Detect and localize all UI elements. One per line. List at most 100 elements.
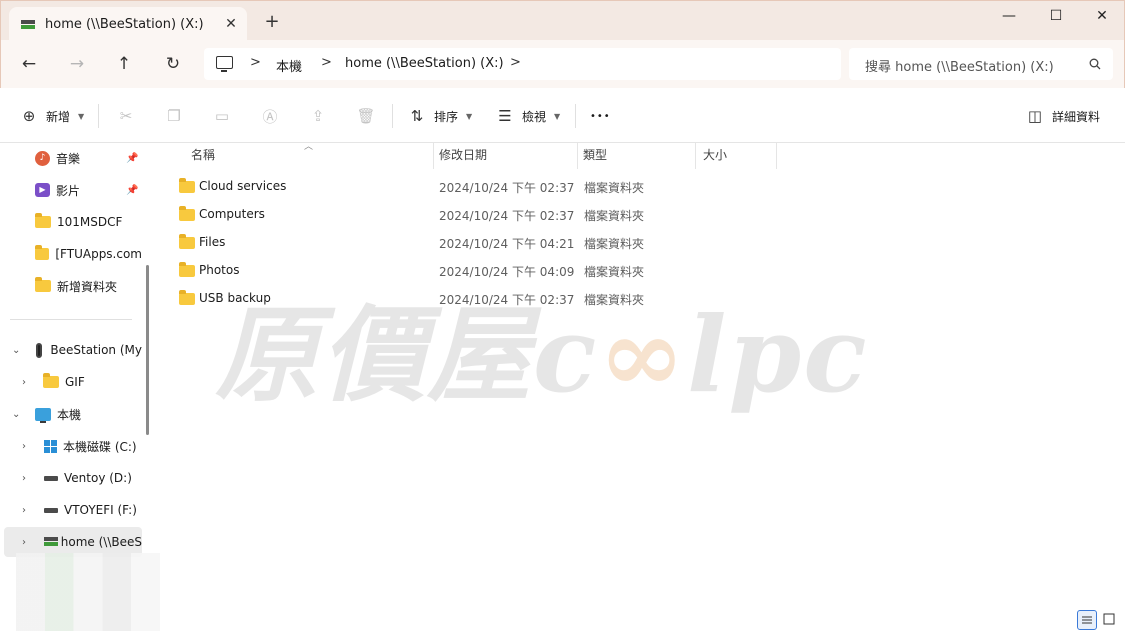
new-button[interactable]: ⊕ 新增 ▼ — [20, 104, 84, 128]
chevron-right-icon[interactable]: > — [250, 55, 261, 70]
sidebar-item-this-pc[interactable]: ⌄ 本機 — [0, 399, 142, 429]
sidebar-item-drive-d[interactable]: › Ventoy (D:) — [0, 463, 142, 493]
sort-label: 排序 — [434, 109, 459, 124]
windows-drive-icon — [44, 439, 57, 453]
chevron-right-icon[interactable]: > — [510, 55, 521, 70]
address-bar[interactable]: > 本機 > home (\\BeeStation) (X:) > — [204, 48, 841, 80]
forward-button[interactable]: → — [65, 52, 89, 76]
chevron-right-icon[interactable]: › — [22, 537, 26, 548]
tab-home[interactable]: home (\\BeeStation) (X:) ✕ — [9, 7, 247, 41]
breadcrumb-this-pc[interactable]: 本機 — [276, 56, 302, 75]
table-row[interactable]: Computers 2024/10/24 下午 02:37 檔案資料夾 — [170, 200, 790, 228]
sidebar-item-label: 101MSDCF — [57, 215, 123, 229]
sidebar-item-ftuapps[interactable]: [FTUApps.com — [0, 239, 142, 269]
pin-icon[interactable]: 📌 — [126, 153, 138, 164]
sidebar-item-label: 本機 — [57, 407, 82, 422]
rename-button[interactable]: Ⓐ — [261, 104, 279, 128]
divider — [392, 104, 393, 128]
more-icon: ••• — [590, 110, 611, 122]
more-options-button[interactable]: ••• — [590, 104, 611, 128]
sort-button[interactable]: ⇅ 排序 ▼ — [408, 104, 472, 128]
chevron-right-icon[interactable]: › — [22, 377, 26, 388]
column-divider[interactable] — [776, 143, 777, 169]
minimize-button[interactable]: — — [986, 1, 1032, 31]
chevron-right-icon[interactable]: › — [22, 505, 26, 516]
plus-circle-icon: ⊕ — [22, 107, 36, 125]
sidebar-item-drive-f[interactable]: › VTOYEFI (F:) — [0, 495, 142, 525]
sidebar-item-drive-c[interactable]: › 本機磁碟 (C:) — [0, 431, 142, 461]
sidebar-item-gif[interactable]: › GIF — [0, 367, 142, 397]
chevron-down-icon: ▼ — [466, 111, 473, 121]
view-button[interactable]: ☰ 檢視 ▼ — [496, 104, 560, 128]
sidebar-item-101msdcf[interactable]: 101MSDCF — [0, 207, 142, 237]
new-tab-button[interactable]: + — [263, 13, 281, 31]
chevron-down-icon[interactable]: ⌄ — [12, 345, 20, 356]
search-input[interactable]: 搜尋 home (\\BeeStation) (X:) — [865, 56, 1054, 75]
column-header-type[interactable]: 類型 — [577, 143, 695, 169]
file-type: 檔案資料夾 — [584, 265, 645, 279]
tiles-view-icon — [1103, 613, 1115, 625]
table-row[interactable]: USB backup 2024/10/24 下午 02:37 檔案資料夾 — [170, 284, 790, 312]
table-row[interactable]: Cloud services 2024/10/24 下午 02:37 檔案資料夾 — [170, 172, 790, 200]
refresh-button[interactable]: ↻ — [161, 52, 185, 76]
close-tab-button[interactable]: ✕ — [222, 15, 240, 33]
column-header-date[interactable]: 修改日期 — [433, 143, 577, 169]
rename-icon: Ⓐ — [262, 107, 278, 126]
file-type: 檔案資料夾 — [584, 237, 645, 251]
computer-icon — [35, 407, 51, 423]
blurred-region — [16, 553, 160, 631]
folder-icon — [179, 290, 195, 305]
chevron-right-icon[interactable]: › — [22, 441, 26, 452]
sidebar-item-label: home (\\BeeS — [60, 535, 142, 549]
tiles-view-button[interactable] — [1100, 610, 1120, 630]
copy-button[interactable]: ❐ — [165, 104, 183, 128]
folder-icon — [35, 213, 51, 228]
delete-button[interactable]: 🗑 — [356, 104, 375, 128]
maximize-button[interactable]: ☐ — [1033, 1, 1079, 31]
file-date: 2024/10/24 下午 02:37 — [439, 293, 575, 307]
sidebar-item-videos[interactable]: ▶ 影片 📌 — [0, 175, 142, 205]
folder-icon — [35, 245, 50, 260]
file-date: 2024/10/24 下午 04:21 — [439, 237, 575, 251]
back-button[interactable]: ← — [17, 52, 41, 76]
file-name: Photos — [199, 263, 240, 277]
column-header-name[interactable]: 名稱 — [185, 143, 433, 169]
folder-icon — [179, 178, 195, 193]
new-label: 新增 — [46, 109, 71, 124]
file-date: 2024/10/24 下午 02:37 — [439, 209, 575, 223]
sidebar-item-label: BeeStation (My — [50, 343, 142, 357]
chevron-right-icon[interactable]: > — [321, 55, 332, 70]
sidebar-scrollbar[interactable] — [146, 265, 149, 435]
cut-button[interactable]: ✂ — [117, 104, 135, 128]
close-window-button[interactable]: ✕ — [1079, 1, 1125, 31]
details-pane-button[interactable]: ◫ 詳細資料 — [1026, 104, 1100, 128]
column-header-size[interactable]: 大小 — [697, 143, 777, 169]
search-box[interactable]: 搜尋 home (\\BeeStation) (X:) — [849, 48, 1113, 80]
paste-button[interactable]: ▭ — [213, 104, 231, 128]
folder-icon — [179, 262, 195, 277]
chevron-down-icon[interactable]: ⌄ — [12, 409, 20, 420]
table-row[interactable]: Photos 2024/10/24 下午 04:09 檔案資料夾 — [170, 256, 790, 284]
sidebar-item-music[interactable]: ♪ 音樂 📌 — [0, 143, 142, 173]
sidebar-item-beestation[interactable]: ⌄ BeeStation (My — [0, 335, 142, 365]
sidebar-item-label: 音樂 — [56, 151, 81, 166]
pin-icon[interactable]: 📌 — [126, 185, 138, 196]
drive-icon — [44, 507, 58, 513]
folder-icon — [179, 234, 195, 249]
divider — [575, 104, 576, 128]
chevron-right-icon[interactable]: › — [22, 473, 26, 484]
breadcrumb-home[interactable]: home (\\BeeStation) (X:) — [345, 56, 504, 71]
title-bar: home (\\BeeStation) (X:) ✕ + — ☐ ✕ — [0, 0, 1125, 41]
sidebar-item-label: Ventoy (D:) — [64, 471, 132, 485]
share-button[interactable]: ⇪ — [309, 104, 327, 128]
share-icon: ⇪ — [311, 107, 325, 125]
table-row[interactable]: Files 2024/10/24 下午 04:21 檔案資料夾 — [170, 228, 790, 256]
sidebar-item-new-folder[interactable]: 新增資料夾 — [0, 271, 142, 301]
column-divider[interactable] — [695, 143, 696, 169]
file-name: Computers — [199, 207, 265, 221]
sidebar-item-label: 影片 — [56, 183, 81, 198]
divider — [10, 319, 132, 320]
up-button[interactable]: ↑ — [112, 52, 136, 76]
details-view-button[interactable] — [1077, 610, 1097, 630]
search-icon[interactable] — [1089, 58, 1101, 70]
